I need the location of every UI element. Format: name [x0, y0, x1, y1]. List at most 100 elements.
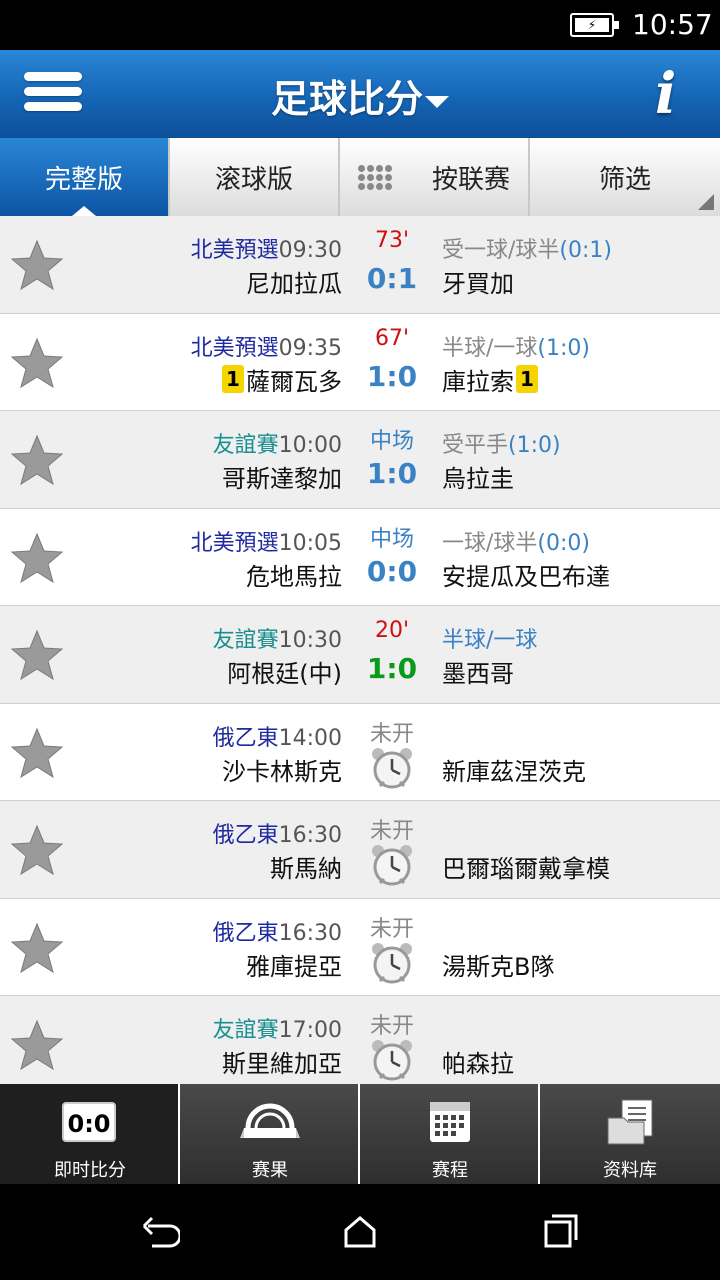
match-row[interactable]: 北美預選09:30 73' 受一球/球半(0:1) 尼加拉瓜 0:1 牙買加 — [0, 216, 720, 314]
battery-icon: ⚡ — [570, 13, 619, 37]
caret-down-icon — [425, 95, 449, 108]
score: 1:0 — [366, 652, 418, 685]
away-team: 湯斯克B隊 — [442, 947, 554, 982]
away-team: 帕森拉 — [442, 1044, 514, 1079]
tab-label: 滚球版 — [214, 164, 293, 195]
system-nav-bar — [0, 1184, 720, 1280]
alarm-clock-icon[interactable] — [370, 746, 414, 790]
corner-triangle-icon — [698, 194, 714, 210]
league-name: 北美預選 — [190, 335, 279, 361]
home-team: 雅庫提亞 — [246, 947, 342, 982]
match-row[interactable]: 友誼賽10:00 中场 受平手(1:0) 哥斯達黎加 1:0 烏拉圭 — [0, 411, 720, 509]
score-board-icon: 0:0 — [62, 1102, 116, 1142]
league-name: 北美預選 — [190, 238, 279, 263]
kickoff-time: 16:30 — [278, 823, 342, 848]
match-row[interactable]: 俄乙東16:30 未开雅庫提亞 湯斯克B隊 — [0, 898, 720, 996]
league-name: 俄乙東 — [212, 823, 279, 848]
home-team: 沙卡林斯克 — [222, 752, 342, 787]
tab-label: 完整版 — [44, 164, 123, 195]
app-header: 足球比分 i — [0, 50, 720, 138]
alarm-clock-icon[interactable] — [370, 1038, 414, 1082]
match-status: 未开 — [369, 721, 414, 747]
favorite-star-icon[interactable] — [10, 531, 64, 585]
kickoff-time: 10:00 — [278, 433, 342, 458]
match-status: 中场 — [369, 429, 414, 454]
odds-handicap: 一球/球半 — [442, 530, 538, 556]
tab-filter[interactable]: 筛选 — [530, 138, 720, 216]
match-row[interactable]: 俄乙東14:00 未开 沙卡林斯克 新庫茲涅茨克 — [0, 703, 720, 801]
odds-handicap: 半球/一球 — [442, 335, 538, 361]
home-team: 斯里維加亞 — [222, 1044, 342, 1079]
away-team-name: 巴爾瑙爾戴拿模 — [442, 855, 610, 883]
nav-schedule[interactable]: 赛程 — [360, 1084, 540, 1184]
favorite-star-icon[interactable] — [10, 433, 64, 487]
match-status: 未开 — [369, 916, 414, 942]
league-name: 俄乙東 — [212, 920, 279, 946]
kickoff-time: 17:00 — [278, 1018, 342, 1043]
favorite-star-icon[interactable] — [10, 726, 64, 780]
favorite-star-icon[interactable] — [10, 238, 64, 292]
yellow-card-count: 1 — [222, 365, 244, 393]
nav-database[interactable]: 资料库 — [540, 1084, 720, 1184]
league-name: 友誼賽 — [212, 433, 279, 458]
home-team: 危地馬拉 — [246, 557, 342, 592]
match-row[interactable]: 俄乙東16:30 未开 斯馬納 巴爾瑙爾戴拿模 — [0, 801, 720, 899]
away-team: 安提瓜及巴布達 — [442, 557, 610, 592]
odds: 半球/一球 — [442, 622, 537, 654]
league-time: 俄乙東16:30 — [213, 915, 342, 947]
match-status: 20' — [374, 618, 410, 643]
back-icon[interactable] — [140, 1212, 180, 1252]
odds: 半球/一球(1:0) — [442, 330, 590, 362]
alarm-clock-icon[interactable] — [370, 843, 414, 887]
nav-live-score[interactable]: 0:0 即时比分 — [0, 1084, 180, 1184]
away-team-name: 烏拉圭 — [442, 465, 514, 493]
tab-by-league[interactable]: 按联赛 — [340, 138, 530, 216]
league-name: 友誼賽 — [212, 628, 279, 653]
home-team: 阿根廷(中) — [227, 654, 342, 689]
favorite-star-icon[interactable] — [10, 823, 64, 877]
match-row[interactable]: 北美預選10:05 中场 一球/球半(0:0) 危地馬拉 0:0 安提瓜及巴布達 — [0, 508, 720, 606]
info-icon[interactable]: i — [655, 64, 689, 124]
match-row[interactable]: 友誼賽17:00 未开 斯里維加亞 帕森拉 — [0, 996, 720, 1084]
score: 0:1 — [366, 262, 418, 295]
odds-value: (1:0) — [537, 335, 590, 361]
tab-inplay[interactable]: 滚球版 — [170, 138, 340, 216]
home-team: 1 薩爾瓦多 — [220, 362, 342, 397]
favorite-star-icon[interactable] — [10, 628, 64, 682]
favorite-star-icon[interactable] — [10, 336, 64, 390]
score: 1:0 — [366, 359, 418, 393]
home-team-name: 哥斯達黎加 — [222, 465, 342, 493]
away-team-name: 湯斯克B隊 — [442, 952, 555, 981]
battery-charging-indicator: ⚡ — [575, 18, 609, 32]
away-team-name: 庫拉索 — [442, 367, 514, 396]
favorite-star-icon[interactable] — [10, 1018, 64, 1072]
home-icon[interactable] — [340, 1212, 380, 1252]
league-time: 友誼賽10:00 — [213, 427, 342, 459]
away-team: 烏拉圭 — [442, 459, 514, 494]
odds: 受一球/球半(0:1) — [442, 232, 612, 264]
title-dropdown[interactable]: 足球比分 — [0, 68, 720, 123]
odds-handicap: 受平手 — [442, 433, 509, 458]
home-team-name: 斯馬納 — [270, 855, 342, 883]
kickoff-time: 09:30 — [278, 238, 342, 263]
match-row[interactable]: 友誼賽10:30 20' 半球/一球 阿根廷(中) 1:0 墨西哥 — [0, 606, 720, 704]
match-status: 73' — [374, 228, 410, 253]
league-time: 北美預選09:30 — [191, 232, 342, 264]
odds-handicap: 半球/一球 — [442, 628, 538, 653]
alarm-clock-icon[interactable] — [370, 941, 414, 985]
score: 0:0 — [366, 554, 418, 588]
away-team: 墨西哥 — [442, 654, 514, 689]
home-team-name: 尼加拉瓜 — [246, 270, 342, 298]
match-row[interactable]: 北美預選09:35 67' 半球/一球(1:0) 1 薩爾瓦多 1:0 庫拉索 1 — [0, 313, 720, 411]
recent-apps-icon[interactable] — [540, 1212, 580, 1252]
league-time: 北美預選09:35 — [191, 330, 342, 362]
odds: 一球/球半(0:0) — [442, 525, 590, 557]
away-team-name: 帕森拉 — [442, 1050, 514, 1078]
odds-handicap: 受一球/球半 — [442, 238, 560, 263]
match-list[interactable]: 北美預選09:30 73' 受一球/球半(0:1) 尼加拉瓜 0:1 牙買加 北美預選09:… — [0, 216, 720, 1084]
status-bar: ⚡ 10:57 — [0, 0, 720, 50]
tab-full[interactable]: 完整版 — [0, 138, 170, 216]
nav-results[interactable]: 赛果 — [180, 1084, 360, 1184]
league-name: 俄乙東 — [212, 725, 279, 751]
favorite-star-icon[interactable] — [10, 921, 64, 975]
